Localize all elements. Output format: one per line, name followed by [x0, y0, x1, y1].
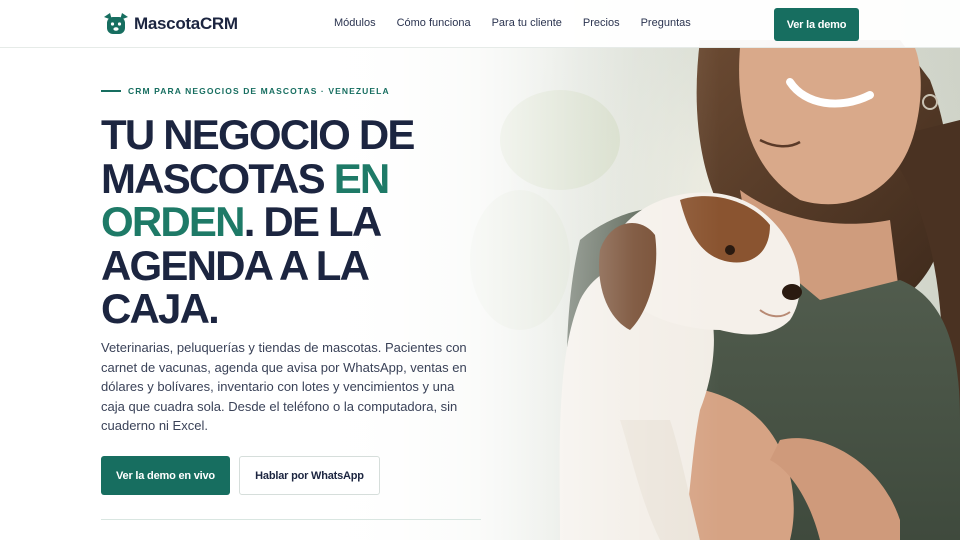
- header-demo-button[interactable]: Ver la demo: [774, 8, 859, 41]
- hero-description: Veterinarias, peluquerías y tiendas de m…: [101, 340, 467, 433]
- nav-item-como-funciona[interactable]: Cómo funciona: [397, 17, 471, 29]
- nav-item-precios[interactable]: Precios: [583, 17, 620, 29]
- nav-item-para-tu-cliente[interactable]: Para tu cliente: [492, 17, 562, 29]
- dog-face-icon: [104, 13, 128, 34]
- hero-divider: [101, 519, 481, 520]
- nav-item-modulos[interactable]: Módulos: [334, 17, 376, 29]
- eyebrow-text: CRM PARA NEGOCIOS DE MASCOTAS · VENEZUEL…: [128, 86, 390, 96]
- hero-headline: TU NEGOCIO DE MASCOTAS EN ORDEN. DE LA A…: [101, 113, 461, 331]
- demo-live-button[interactable]: Ver la demo en vivo: [101, 456, 230, 495]
- whatsapp-button[interactable]: Hablar por WhatsApp: [239, 456, 380, 495]
- hero-eyebrow: CRM PARA NEGOCIOS DE MASCOTAS · VENEZUEL…: [101, 86, 390, 96]
- eyebrow-line: [101, 90, 121, 92]
- main-nav: Módulos Cómo funciona Para tu cliente Pr…: [334, 17, 691, 29]
- site-header: MascotaCRM Módulos Cómo funciona Para tu…: [0, 0, 960, 48]
- brand-name: MascotaCRM: [134, 14, 238, 33]
- brand-logo[interactable]: MascotaCRM: [102, 11, 238, 37]
- nav-item-preguntas[interactable]: Preguntas: [641, 17, 691, 29]
